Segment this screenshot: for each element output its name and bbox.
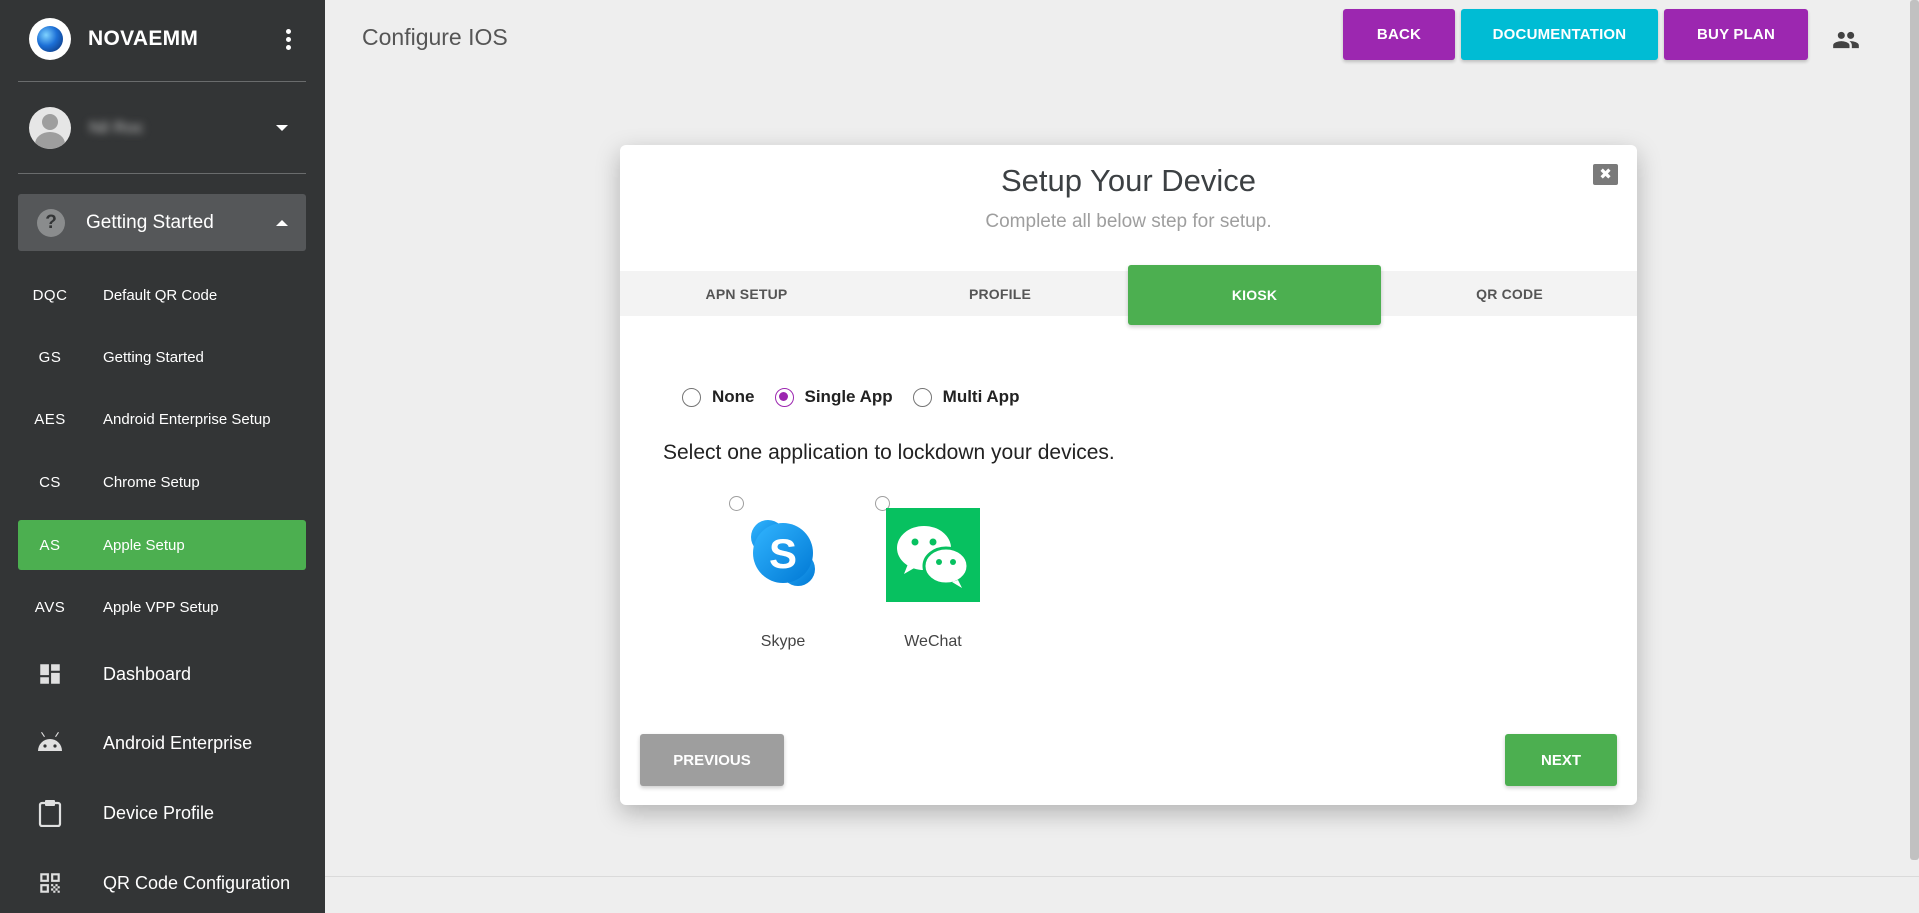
close-icon[interactable]: ✖ — [1593, 164, 1618, 185]
tab-qr-code[interactable]: QR CODE — [1382, 271, 1637, 316]
sidebar-item-chrome-setup[interactable]: CS Chrome Setup — [18, 457, 306, 507]
page-title: Configure IOS — [362, 24, 508, 50]
tab-apn-setup[interactable]: APN SETUP — [620, 271, 873, 316]
sidebar-item-default-qr-code[interactable]: DQC Default QR Code — [18, 270, 306, 320]
clipboard-icon — [18, 799, 82, 827]
kiosk-mode-multi-app[interactable]: Multi App — [912, 387, 1020, 407]
sidebar-item-getting-started[interactable]: GS Getting Started — [18, 332, 306, 382]
footer-divider — [325, 876, 1919, 877]
sidebar-item-label: QR Code Configuration — [103, 872, 291, 893]
android-icon — [18, 731, 82, 755]
radio-label: None — [712, 387, 755, 406]
divider — [18, 173, 306, 174]
radio-label: Multi App — [942, 387, 1020, 406]
sidebar-item-abbr: AS — [39, 536, 61, 554]
sidebar-item-label: Dashboard — [103, 663, 192, 684]
wechat-icon[interactable] — [886, 508, 980, 602]
app-name-skype: Skype — [760, 633, 806, 650]
buy-plan-button[interactable]: BUY PLAN — [1664, 9, 1808, 60]
svg-text:S: S — [769, 530, 797, 577]
brand-name: NOVAEMM — [88, 27, 199, 50]
next-button[interactable]: NEXT — [1505, 734, 1617, 786]
sidebar-item-label: Default QR Code — [103, 286, 218, 304]
tab-profile[interactable]: PROFILE — [873, 271, 1127, 316]
sidebar-item-qr-code-configuration[interactable]: QR Code Configuration — [18, 856, 306, 910]
sidebar-item-label: Device Profile — [103, 802, 215, 823]
help-icon: ? — [37, 208, 65, 237]
sidebar-item-label: Android Enterprise — [103, 732, 253, 753]
sidebar-item-label: Android Enterprise Setup — [103, 410, 271, 428]
radio-button[interactable] — [682, 387, 701, 407]
back-button[interactable]: BACK — [1343, 9, 1455, 60]
caret-down-icon — [276, 125, 288, 131]
sidebar-item-label: Chrome Setup — [103, 473, 200, 491]
setup-tabs: APN SETUP PROFILE KIOSK QR CODE — [620, 265, 1637, 325]
brand-logo-icon — [29, 18, 71, 60]
user-name: Nil Roc — [89, 118, 144, 137]
sidebar-item-android-enterprise-setup[interactable]: AES Android Enterprise Setup — [18, 394, 306, 444]
more-vert-icon[interactable] — [278, 28, 298, 50]
kiosk-mode-group: None Single App Multi App — [682, 387, 1039, 407]
radio-button[interactable] — [774, 387, 794, 407]
sidebar-section-label: Getting Started — [86, 211, 214, 233]
app-name-wechat: WeChat — [904, 633, 962, 650]
modal-subtitle: Complete all below step for setup. — [985, 211, 1272, 232]
user-profile[interactable]: Nil Roc — [18, 88, 306, 168]
documentation-button[interactable]: DOCUMENTATION — [1461, 9, 1658, 60]
sidebar-item-abbr: DQC — [32, 286, 68, 304]
previous-button[interactable]: PREVIOUS — [640, 734, 784, 786]
kiosk-instruction: Select one application to lockdown your … — [663, 441, 1115, 464]
sidebar-item-android-enterprise[interactable]: Android Enterprise — [18, 716, 306, 770]
sidebar-item-label: Getting Started — [103, 348, 204, 366]
qr-code-icon — [18, 870, 82, 896]
people-icon[interactable] — [1832, 26, 1860, 54]
kiosk-mode-none[interactable]: None — [682, 387, 755, 407]
sidebar-section-getting-started[interactable]: ? Getting Started — [18, 194, 306, 251]
radio-label: Single App — [804, 387, 893, 406]
sidebar-item-dashboard[interactable]: Dashboard — [18, 647, 306, 701]
modal-title: Setup Your Device — [1000, 163, 1257, 198]
dashboard-icon — [18, 661, 82, 687]
kiosk-mode-single-app[interactable]: Single App — [774, 387, 893, 407]
app-radio-skype[interactable] — [729, 496, 744, 511]
sidebar-item-abbr: AVS — [34, 598, 66, 616]
avatar — [29, 107, 71, 149]
sidebar-item-apple-vpp-setup[interactable]: AVS Apple VPP Setup — [18, 582, 306, 632]
sidebar-item-label: Apple Setup — [103, 536, 185, 554]
sidebar-item-device-profile[interactable]: Device Profile — [18, 786, 306, 840]
page-scrollbar[interactable] — [1910, 0, 1919, 860]
sidebar-item-abbr: CS — [39, 473, 61, 491]
radio-button[interactable] — [912, 387, 932, 407]
divider — [18, 81, 306, 82]
tab-kiosk[interactable]: KIOSK — [1128, 265, 1381, 325]
sidebar-item-apple-setup[interactable]: AS Apple Setup — [18, 520, 306, 570]
skype-icon[interactable]: S — [748, 517, 818, 589]
caret-up-icon — [276, 219, 288, 226]
sidebar-item-abbr: AES — [34, 410, 66, 428]
setup-device-modal: Setup Your Device Complete all below ste… — [620, 145, 1637, 805]
sidebar-item-label: Apple VPP Setup — [103, 598, 219, 616]
brand-header: NOVAEMM — [18, 10, 306, 68]
sidebar-item-abbr: GS — [38, 348, 62, 366]
sidebar: NOVAEMM Nil Roc ? Getting Started DQC De… — [0, 0, 325, 913]
